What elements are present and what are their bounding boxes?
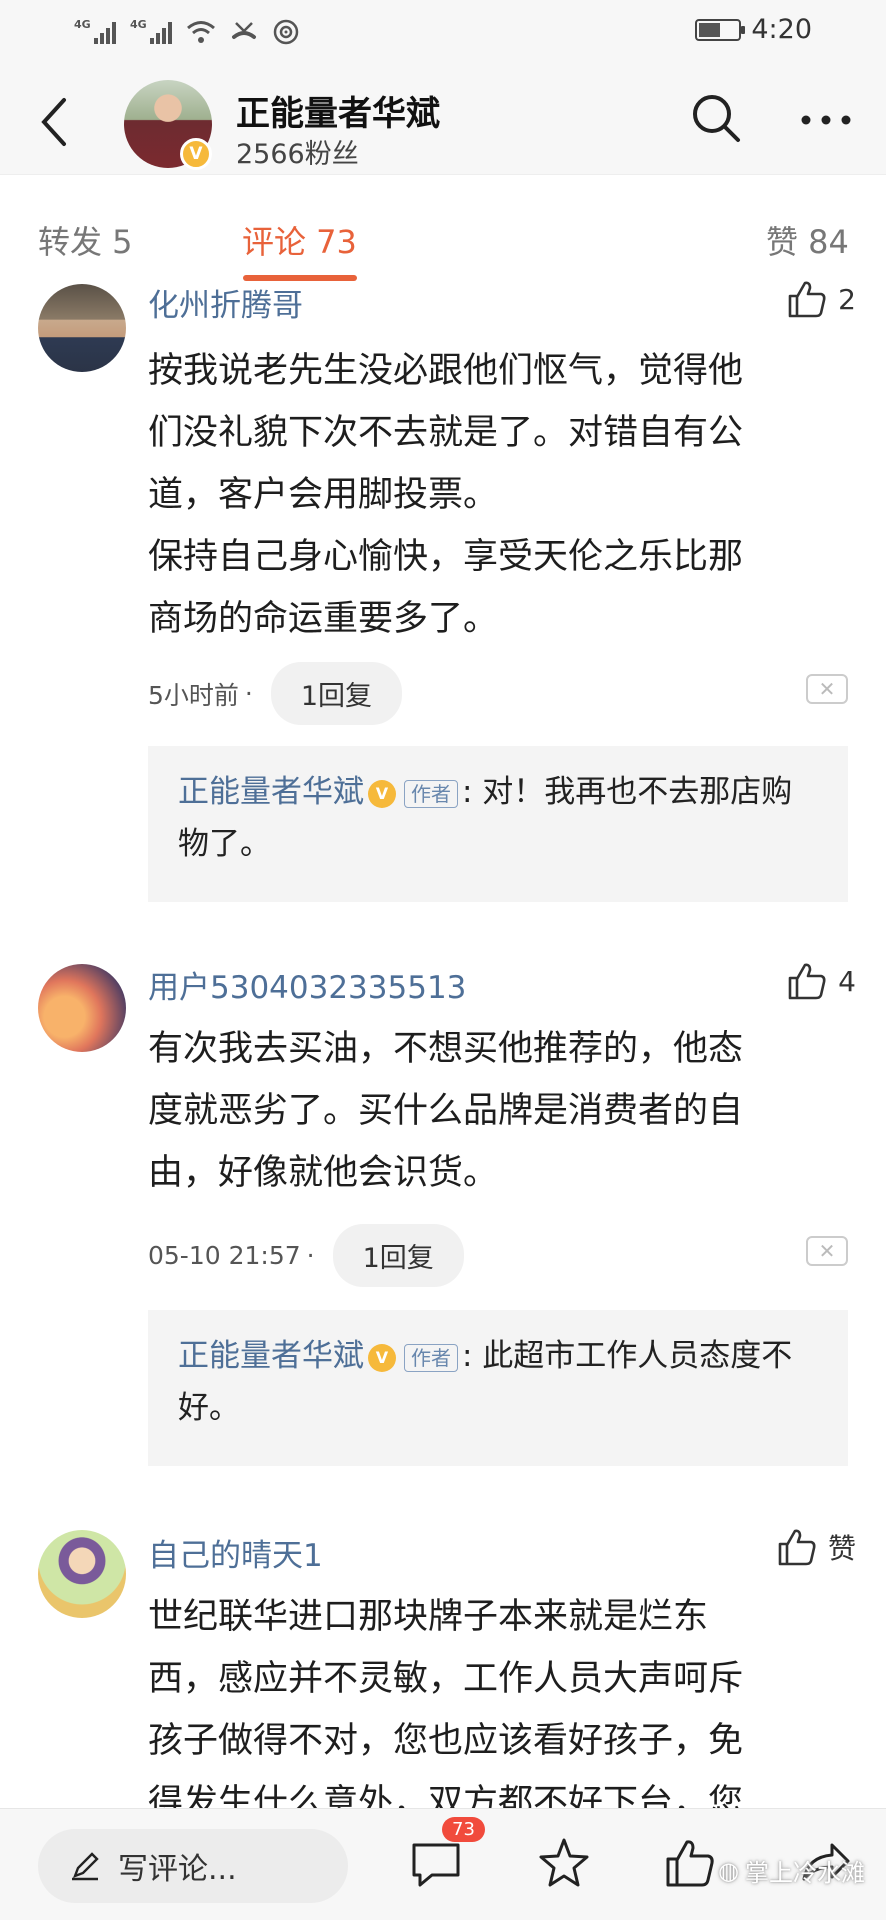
comment-time: 5小时前 xyxy=(148,680,239,710)
dismiss-icon[interactable]: ✕ xyxy=(806,674,848,704)
commenter-avatar[interactable] xyxy=(38,1530,126,1618)
commenter-name[interactable]: 自己的晴天1 xyxy=(148,1530,323,1575)
comment-text: 世纪联华进口那块牌子本来就是烂东 西，感应并不灵敏，工作人员大声呵斥 孩子做得不… xyxy=(148,1597,744,1808)
tab-bar: 转发 5 评论 73 赞 84 xyxy=(0,174,886,282)
status-bar: 4G 4G 4:20 xyxy=(0,0,886,66)
network-type: 4G xyxy=(74,18,91,31)
comment-text: 按我说老先生没必跟他们怄气，觉得他 们没礼貌下次不去就是了。对错自有公 道，客户… xyxy=(148,351,744,639)
like-count: 4 xyxy=(838,964,856,998)
more-options-icon[interactable] xyxy=(800,114,852,126)
watermark: ◍ 掌上冷水滩 xyxy=(718,1853,865,1888)
bottom-action-bar: 写评论... 73 ◍ 掌上冷水滩 xyxy=(0,1808,886,1920)
reply-author-name[interactable]: 正能量者华斌 xyxy=(178,774,364,810)
status-icons-left: 4G 4G xyxy=(74,18,300,46)
star-icon[interactable] xyxy=(536,1835,592,1891)
meta-separator: · xyxy=(306,1241,315,1270)
comment-text: 有次我去买油，不想买他推荐的，他态 度就恶劣了。买什么品牌是消费者的自 由，好像… xyxy=(148,1029,744,1193)
like-button[interactable]: 4 xyxy=(786,960,856,1002)
hotspot-icon xyxy=(273,19,299,45)
clock: 4:20 xyxy=(751,14,812,45)
verified-badge-icon: V xyxy=(180,138,212,170)
back-arrow-icon[interactable] xyxy=(36,96,72,148)
wechat-logo-icon: ◍ xyxy=(718,1856,739,1885)
comment-meta: 05-10 21:57 · 1回复 xyxy=(148,1224,464,1287)
tab-likes[interactable]: 赞 84 xyxy=(766,217,849,263)
battery-icon xyxy=(695,18,746,41)
network-type-2: 4G xyxy=(130,18,147,31)
thumbs-up-icon xyxy=(788,963,826,1000)
tab-reposts[interactable]: 转发 5 xyxy=(38,217,133,263)
like-label: 赞 xyxy=(827,1532,856,1565)
thumbs-up-icon[interactable] xyxy=(662,1835,718,1891)
wifi-icon xyxy=(187,21,215,43)
meta-separator: · xyxy=(244,679,253,708)
author-name[interactable]: 正能量者华斌 xyxy=(236,86,440,135)
write-comment-input[interactable]: 写评论... xyxy=(38,1829,348,1903)
author-reply[interactable]: 正能量者华斌 V 作者: 此超市工作人员态度不好。 xyxy=(148,1310,848,1466)
comment-count-badge: 73 xyxy=(442,1817,485,1842)
reply-count-button[interactable]: 1回复 xyxy=(270,662,403,725)
comment-meta: 5小时前 · 1回复 xyxy=(148,662,403,725)
commenter-avatar[interactable] xyxy=(38,964,126,1052)
commenter-name[interactable]: 化州折腾哥 xyxy=(148,280,303,325)
tab-comments[interactable]: 评论 73 xyxy=(242,217,357,263)
verified-badge-icon: V xyxy=(368,1343,396,1372)
reply-author-name[interactable]: 正能量者华斌 xyxy=(178,1338,364,1374)
reply-count-button[interactable]: 1回复 xyxy=(332,1224,464,1287)
verified-badge-icon: V xyxy=(368,779,396,808)
author-reply[interactable]: 正能量者华斌 V 作者: 对！我再也不去那店购物了。 xyxy=(148,746,848,902)
pencil-icon xyxy=(72,1852,99,1881)
author-tag: 作者 xyxy=(404,779,458,808)
comment-time: 05-10 21:57 xyxy=(148,1241,301,1270)
like-button[interactable]: 赞 xyxy=(776,1526,856,1568)
commenter-name[interactable]: 用户5304032335513 xyxy=(148,962,466,1007)
write-comment-placeholder: 写评论... xyxy=(118,1852,237,1887)
missed-call-icon xyxy=(232,22,256,39)
commenter-avatar[interactable] xyxy=(38,284,126,372)
search-icon[interactable] xyxy=(690,92,742,144)
dismiss-icon[interactable]: ✕ xyxy=(806,1236,848,1266)
thumbs-up-icon xyxy=(778,1529,816,1566)
watermark-text: 掌上冷水滩 xyxy=(744,1859,865,1887)
comment-icon[interactable] xyxy=(408,1835,464,1891)
app-header: V 正能量者华斌 2566粉丝 xyxy=(0,66,886,174)
status-icons-right: 4:20 xyxy=(695,14,812,45)
signal-icon: 4G xyxy=(74,18,116,44)
fans-count: 2566粉丝 xyxy=(236,139,359,170)
like-count: 2 xyxy=(838,282,856,316)
like-button[interactable]: 2 xyxy=(786,278,856,320)
thumbs-up-icon xyxy=(788,281,826,318)
author-tag: 作者 xyxy=(404,1343,458,1372)
signal-icon-2: 4G xyxy=(130,18,172,44)
